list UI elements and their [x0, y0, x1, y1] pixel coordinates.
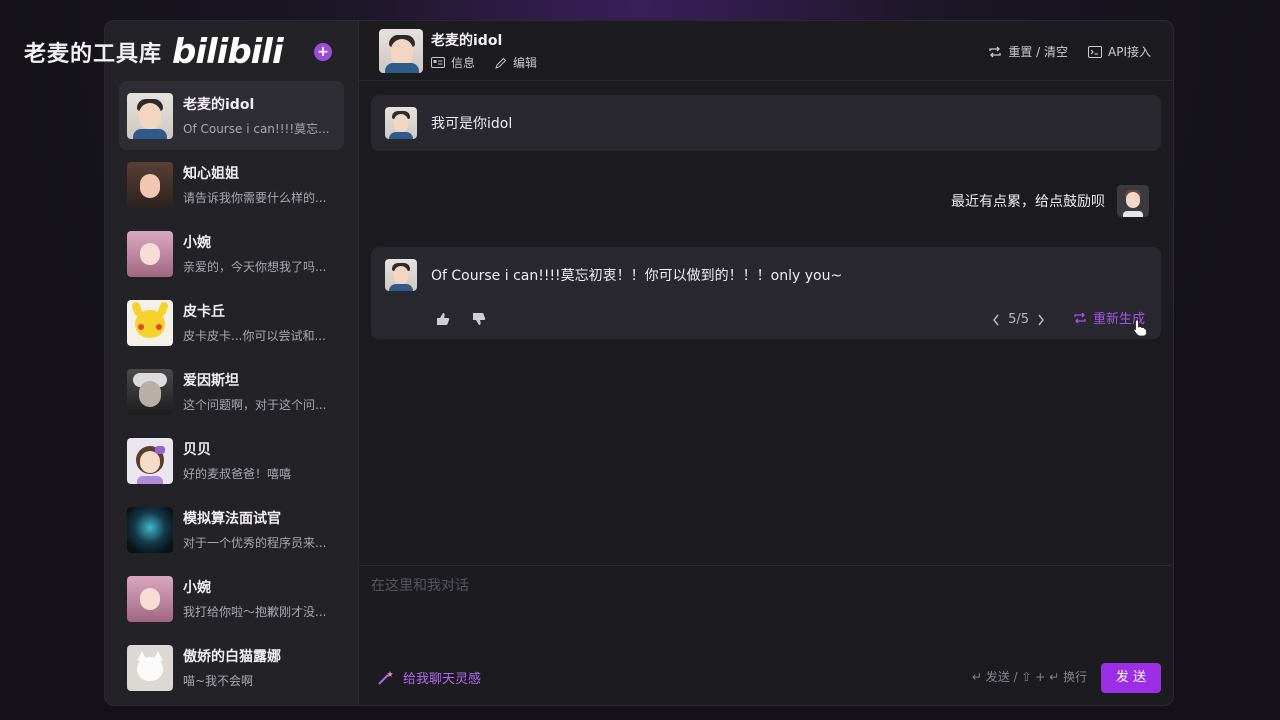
- idol-avatar: [127, 92, 173, 139]
- contact-preview: 好的麦叔爸爸！嘻嘻: [183, 467, 292, 481]
- contact-name: 模拟算法面试官: [183, 511, 281, 527]
- contact-preview: 这个问题啊，对于这个问...: [183, 398, 327, 412]
- keyboard-hint: ↵ 发送 / ⇧ + ↵ 换行: [971, 670, 1087, 684]
- contact-preview: 请告诉我你需要什么样的...: [183, 191, 327, 205]
- contact-item[interactable]: 贝贝 好的麦叔爸爸！嘻嘻: [119, 426, 344, 495]
- bot-greeting-message: 我可是你idol: [371, 95, 1161, 151]
- thumbs-down-icon[interactable]: [471, 311, 487, 327]
- sidebar: + 老麦的idol Of Course i can!!!!莫忘... 知心姐姐 …: [105, 21, 359, 705]
- composer: 给我聊天灵感 ↵ 发送 / ⇧ + ↵ 换行 发 送: [359, 565, 1173, 705]
- cat-avatar: [127, 644, 173, 691]
- chat-title: 老麦的idol: [431, 33, 503, 49]
- inspiration-button[interactable]: 给我聊天灵感: [377, 668, 481, 687]
- idol-avatar: [385, 259, 417, 291]
- contact-item[interactable]: 模拟算法面试官 对于一个优秀的程序员来...: [119, 495, 344, 564]
- anime-girl-avatar: [127, 575, 173, 622]
- contact-name: 傲娇的白猫露娜: [183, 649, 281, 665]
- edit-label: 编辑: [513, 56, 538, 70]
- id-card-icon: [431, 57, 445, 68]
- repeat-icon: [989, 46, 1001, 57]
- contact-item[interactable]: 皮卡丘 皮卡皮卡...你可以尝试和...: [119, 288, 344, 357]
- robot-avatar: [127, 506, 173, 553]
- message-list: 我可是你idol 最近有点累，给点鼓励呗 Of Course i can!!!!…: [359, 81, 1173, 565]
- repeat-icon: [1074, 312, 1086, 323]
- contact-item[interactable]: 小婉 亲爱的，今天你想我了吗...: [119, 219, 344, 288]
- pager-text: 5/5: [1008, 312, 1029, 327]
- thumbs-up-icon[interactable]: [435, 311, 451, 327]
- contact-name: 皮卡丘: [183, 304, 225, 320]
- bilibili-logo: bilibili: [172, 32, 284, 72]
- contact-name: 老麦的idol: [183, 97, 255, 113]
- pencil-icon: [495, 57, 507, 69]
- contact-item[interactable]: 小婉 我打给你啦～抱歉刚才没...: [119, 564, 344, 633]
- contact-name: 小婉: [183, 580, 211, 596]
- chat-app-window: + 老麦的idol Of Course i can!!!!莫忘... 知心姐姐 …: [104, 20, 1174, 706]
- contact-preview: 亲爱的，今天你想我了吗...: [183, 260, 327, 274]
- contact-item[interactable]: 知心姐姐 请告诉我你需要什么样的...: [119, 150, 344, 219]
- contact-item[interactable]: 老麦的idol Of Course i can!!!!莫忘...: [119, 81, 344, 150]
- contact-name: 爱因斯坦: [183, 373, 239, 389]
- idol-avatar: [385, 107, 417, 139]
- contact-preview: 喵~我不会啊: [183, 674, 254, 688]
- chevron-left-icon[interactable]: [992, 314, 1000, 326]
- message-text: 最近有点累，给点鼓励呗: [951, 194, 1105, 210]
- chat-header: 老麦的idol 信息 编辑 重置 / 清空 API接入: [359, 21, 1173, 81]
- reset-label: 重置 / 清空: [1008, 45, 1068, 59]
- einstein-avatar: [127, 368, 173, 415]
- contact-preview: 皮卡皮卡...你可以尝试和...: [183, 329, 326, 343]
- reset-button[interactable]: 重置 / 清空: [988, 43, 1068, 60]
- beibei-avatar: [127, 437, 173, 484]
- idol-avatar: [379, 28, 423, 73]
- message-text: Of Course i can!!!!莫忘初衷！！你可以做到的！！！only y…: [431, 268, 843, 284]
- info-label: 信息: [451, 56, 476, 70]
- api-label: API接入: [1108, 45, 1151, 59]
- contact-item[interactable]: 爱因斯坦 这个问题啊，对于这个问...: [119, 357, 344, 426]
- info-button[interactable]: 信息: [431, 54, 475, 71]
- message-text: 我可是你idol: [431, 116, 513, 132]
- inspiration-label: 给我聊天灵感: [403, 672, 482, 687]
- chat-main: 老麦的idol 信息 编辑 重置 / 清空 API接入 我可是你idol 最近有…: [359, 21, 1173, 705]
- contact-item[interactable]: 傲娇的白猫露娜 喵~我不会啊: [119, 633, 344, 702]
- contact-name: 小婉: [183, 235, 211, 251]
- reply-pager: 5/5: [992, 312, 1045, 327]
- watermark-text: 老麦的工具库: [24, 42, 163, 67]
- user-avatar: [1117, 185, 1149, 217]
- contact-preview: 我打给你啦～抱歉刚才没...: [183, 605, 327, 619]
- pikachu-avatar: [127, 299, 173, 346]
- terminal-icon: [1088, 45, 1102, 58]
- hand-cursor-icon: [1133, 319, 1147, 337]
- add-contact-button[interactable]: +: [314, 43, 332, 61]
- send-button[interactable]: 发 送: [1101, 663, 1161, 693]
- chevron-right-icon[interactable]: [1037, 314, 1045, 326]
- anime-girl-avatar: [127, 230, 173, 277]
- contact-preview: Of Course i can!!!!莫忘...: [183, 122, 330, 136]
- sister-avatar: [127, 161, 173, 208]
- magic-wand-icon: [378, 670, 393, 685]
- watermark: 老麦的工具库 bilibili: [24, 32, 284, 72]
- contact-name: 贝贝: [183, 442, 211, 458]
- message-input[interactable]: [371, 578, 1151, 594]
- contact-preview: 对于一个优秀的程序员来...: [183, 536, 327, 550]
- api-button[interactable]: API接入: [1088, 43, 1151, 60]
- edit-button[interactable]: 编辑: [495, 54, 537, 71]
- bot-reply-message: Of Course i can!!!!莫忘初衷！！你可以做到的！！！only y…: [371, 247, 1161, 339]
- user-message: 最近有点累，给点鼓励呗: [371, 185, 1161, 217]
- contact-name: 知心姐姐: [183, 166, 239, 182]
